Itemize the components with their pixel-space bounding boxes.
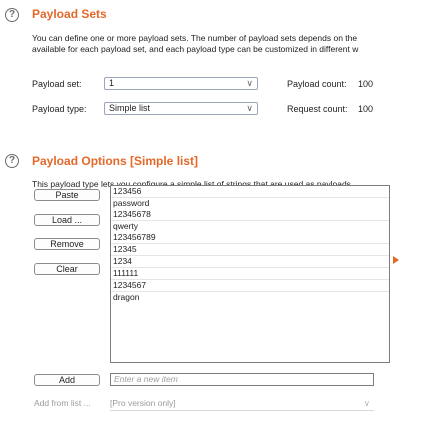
list-item[interactable]: dragon — [111, 292, 389, 303]
add-from-list-label: Add from list ... — [34, 398, 91, 408]
triangle-right-icon[interactable] — [393, 256, 399, 264]
payload-list[interactable]: 123456 password 12345678 qwerty 12345678… — [110, 185, 390, 363]
payload-count-label: Payload count: — [287, 79, 347, 89]
list-item[interactable]: 123456 — [111, 186, 389, 198]
remove-button[interactable]: Remove — [34, 238, 100, 250]
add-from-list-value: [Pro version only] — [110, 398, 176, 408]
list-item[interactable]: 1234 — [111, 256, 389, 268]
list-item[interactable]: 12345 — [111, 244, 389, 256]
payload-sets-title: Payload Sets — [32, 7, 107, 21]
chevron-down-icon: ∨ — [363, 398, 370, 408]
paste-button[interactable]: Paste — [34, 189, 100, 201]
payload-type-value: Simple list — [109, 103, 151, 113]
new-item-input[interactable]: Enter a new item — [110, 373, 374, 386]
payload-set-value: 1 — [109, 78, 115, 88]
list-item[interactable]: qwerty — [111, 221, 389, 232]
payload-count-value: 100 — [358, 79, 374, 89]
payload-options-title: Payload Options [Simple list] — [32, 154, 199, 168]
add-from-list-select[interactable]: [Pro version only] ∨ — [110, 397, 374, 411]
chevron-down-icon: ∨ — [246, 103, 253, 113]
load-button[interactable]: Load ... — [34, 214, 100, 226]
payload-sets-description-line2: available for each payload set, and each… — [32, 44, 359, 54]
help-circle-icon[interactable]: ? — [5, 8, 19, 22]
add-button[interactable]: Add — [34, 374, 100, 386]
clear-button[interactable]: Clear — [34, 263, 100, 275]
list-item[interactable]: 1234567 — [111, 280, 389, 292]
payload-set-select[interactable]: 1 ∨ — [104, 77, 258, 90]
payload-type-label: Payload type: — [32, 104, 87, 114]
chevron-down-icon: ∨ — [246, 78, 253, 88]
list-item[interactable]: 123456789 — [111, 232, 389, 244]
list-item[interactable]: 12345678 — [111, 209, 389, 221]
list-item[interactable]: 111111 — [111, 268, 389, 280]
list-item[interactable]: password — [111, 198, 389, 209]
request-count-label: Request count: — [287, 104, 348, 114]
help-circle-icon[interactable]: ? — [5, 154, 19, 168]
payload-set-label: Payload set: — [32, 79, 82, 89]
payload-sets-description-line1: You can define one or more payload sets.… — [32, 33, 358, 43]
payload-type-select[interactable]: Simple list ∨ — [104, 102, 258, 115]
request-count-value: 100 — [358, 104, 374, 114]
